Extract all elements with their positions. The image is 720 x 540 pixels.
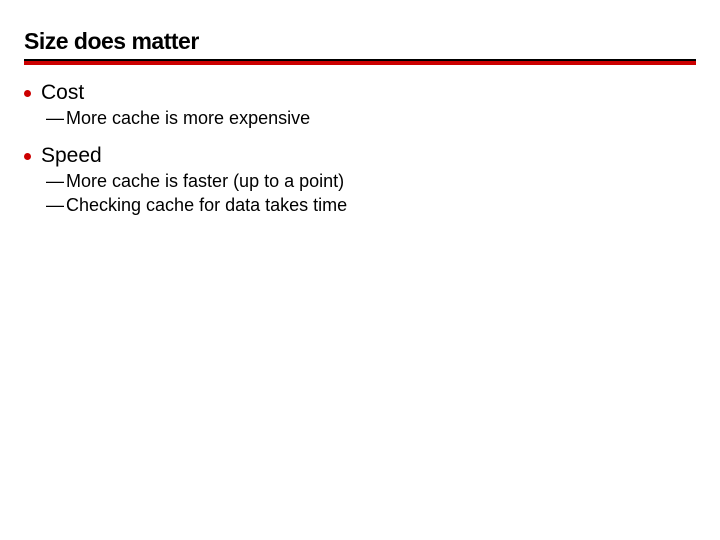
bullet-level2-text: Checking cache for data takes time	[66, 195, 347, 216]
bullet-level1: Speed	[24, 144, 696, 168]
bullet-dot-icon	[24, 90, 31, 97]
bullet-level2: — Checking cache for data takes time	[46, 195, 696, 216]
bullet-level1: Cost	[24, 81, 696, 105]
bullet-dot-icon	[24, 153, 31, 160]
bullet-level2: — More cache is more expensive	[46, 108, 696, 129]
slide-content: Cost — More cache is more expensive Spee…	[24, 65, 696, 216]
dash-icon: —	[46, 171, 64, 192]
bullet-level2: — More cache is faster (up to a point)	[46, 171, 696, 192]
dash-icon: —	[46, 108, 64, 129]
slide-title: Size does matter	[24, 28, 696, 59]
bullet-level2-text: More cache is faster (up to a point)	[66, 171, 344, 192]
bullet-level1-text: Cost	[41, 81, 84, 105]
slide-container: Size does matter Cost — More cache is mo…	[0, 0, 720, 247]
bullet-level2-text: More cache is more expensive	[66, 108, 310, 129]
bullet-level1-text: Speed	[41, 144, 102, 168]
dash-icon: —	[46, 195, 64, 216]
